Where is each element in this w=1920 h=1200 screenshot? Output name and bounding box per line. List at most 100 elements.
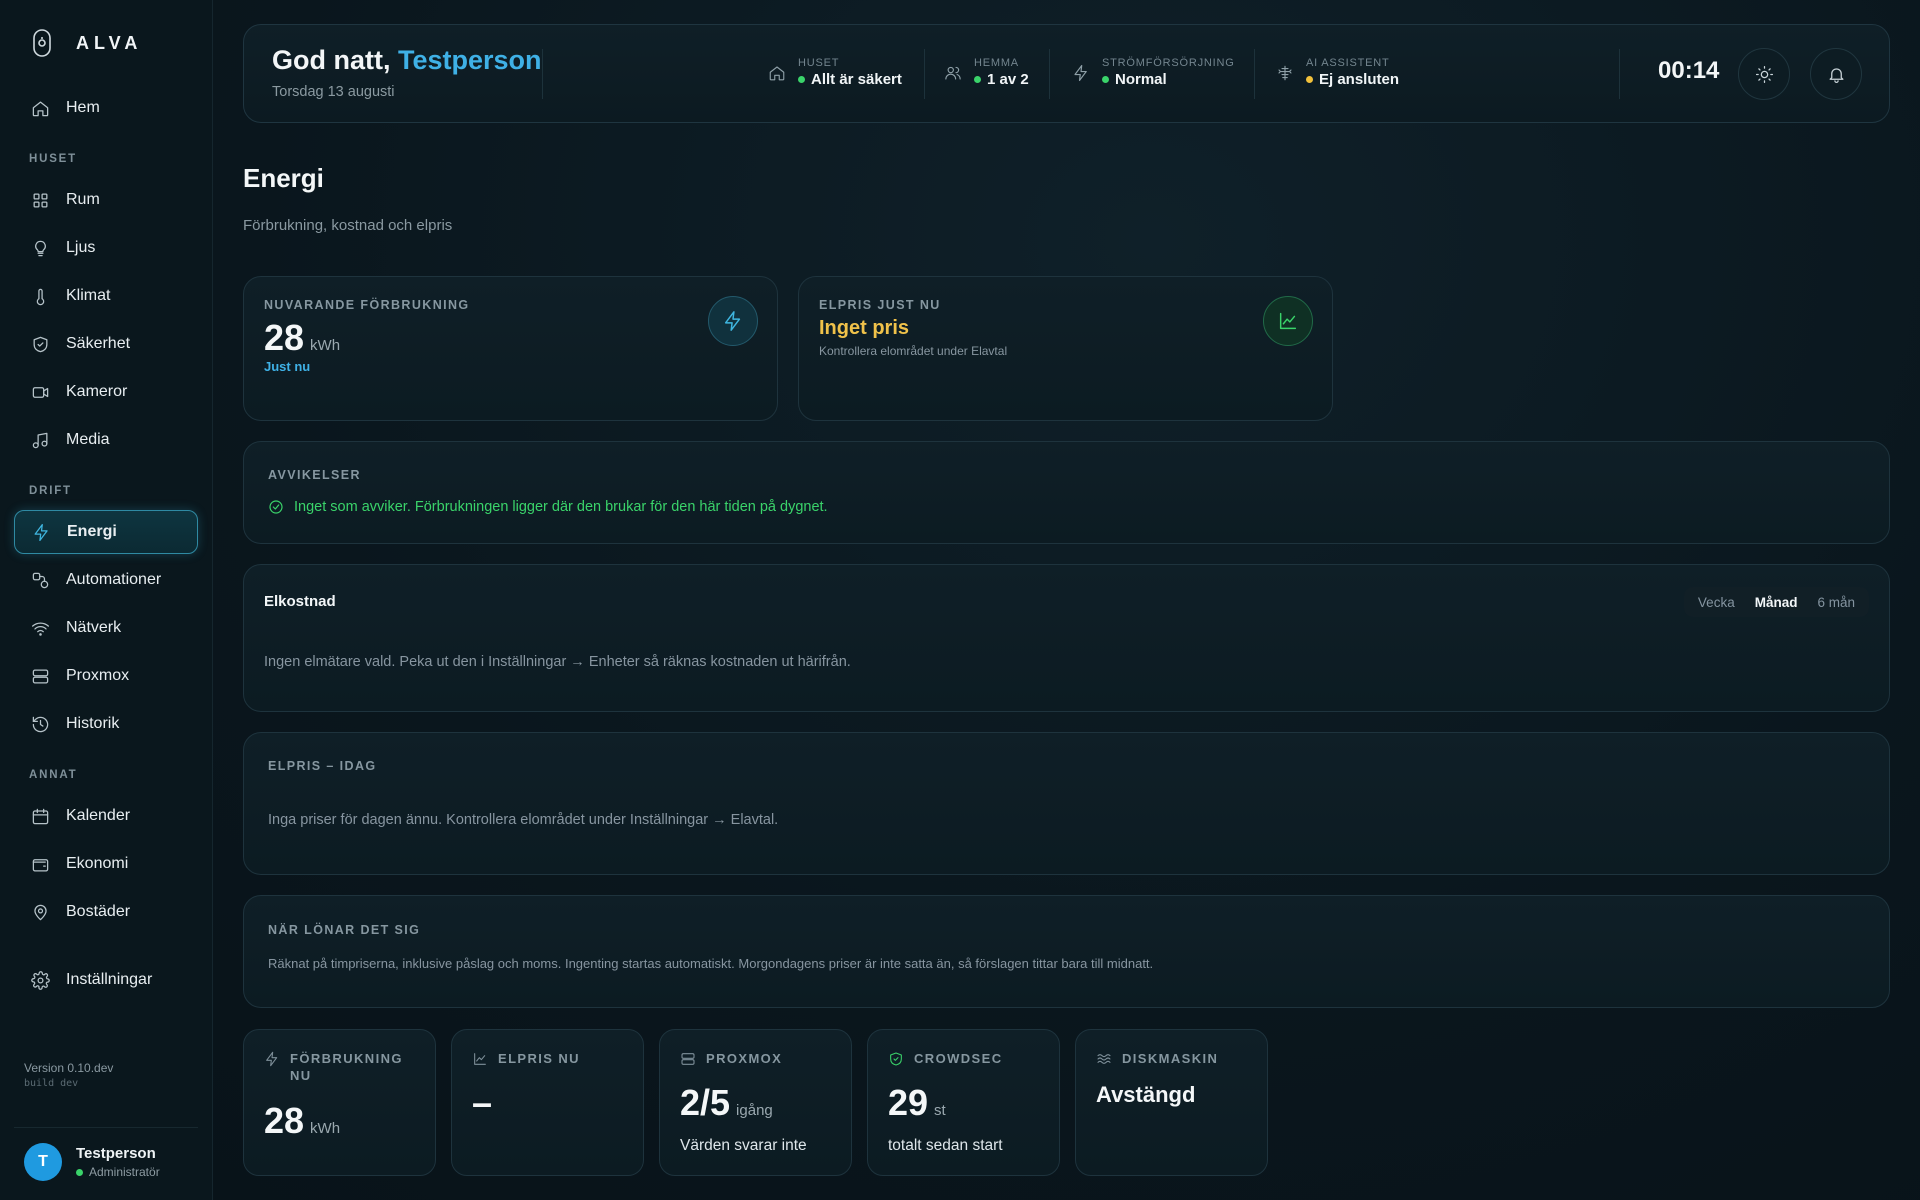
price-value: Inget pris (819, 317, 910, 339)
consumption-card: NUVARANDE FÖRBRUKNING 28 kWh Just nu (243, 276, 778, 421)
tab-month[interactable]: Månad (1745, 595, 1808, 610)
nav-history[interactable]: Historik (14, 702, 198, 746)
tile-price-now[interactable]: ELPRIS NU – (451, 1029, 644, 1176)
line-chart-icon (474, 1053, 486, 1065)
nav-label: Ljus (66, 239, 96, 256)
nav-rooms[interactable]: Rum (14, 178, 198, 222)
status-value-text: Allt är säkert (811, 71, 902, 88)
status-power[interactable]: STRÖMFÖRSÖRJNING Normal (1072, 57, 1235, 88)
nav-energy[interactable]: Energi (14, 510, 198, 554)
tile-value: 29 st (888, 1082, 946, 1124)
notifications-button[interactable] (1810, 48, 1862, 100)
home-icon (769, 65, 785, 80)
card-caption: ELPRIS – IDAG (268, 759, 377, 773)
user-name: Testperson (76, 1145, 156, 1162)
nav-label: Kalender (66, 807, 131, 824)
nav-economy[interactable]: Ekonomi (14, 842, 198, 886)
deviation-status: Inget som avviker. Förbrukningen ligger … (268, 499, 828, 515)
tile-footer: totalt sedan start (888, 1137, 1003, 1154)
status-value-text: Normal (1115, 71, 1167, 88)
home-icon (32, 101, 49, 116)
status-label: HUSET (798, 57, 840, 69)
nav-calendar[interactable]: Kalender (14, 794, 198, 838)
version-label: Version 0.10.dev (24, 1061, 114, 1075)
status-house[interactable]: HUSET Allt är säkert (768, 57, 902, 88)
shield-icon (33, 336, 48, 352)
greeting-name: Testperson (398, 45, 542, 75)
chart-badge (1263, 296, 1313, 346)
ai-icon (1278, 65, 1292, 80)
nav-lights[interactable]: Ljus (14, 226, 198, 270)
nav-label: Media (66, 431, 110, 448)
timestamp-label: Just nu (264, 359, 311, 374)
tile-header: DISKMASKIN (1096, 1050, 1232, 1067)
value-number: 28 (264, 317, 305, 358)
tile-value-unit: igång (736, 1102, 773, 1119)
bolt-icon (34, 523, 48, 541)
divider (1254, 49, 1255, 99)
tile-proxmox[interactable]: PROXMOX 2/5 igång Värden svarar inte (659, 1029, 852, 1176)
tile-dishwasher[interactable]: DISKMASKIN Avstängd (1075, 1029, 1268, 1176)
brand[interactable]: ALVA (30, 28, 142, 58)
nav-media[interactable]: Media (14, 418, 198, 462)
nav-settings[interactable]: Inställningar (14, 958, 198, 1002)
server-icon (32, 669, 49, 683)
tile-value: 28 kWh (264, 1100, 340, 1142)
nav-label: Ekonomi (66, 855, 129, 872)
nav-automations[interactable]: Automationer (14, 558, 198, 602)
theme-toggle-button[interactable] (1738, 48, 1790, 100)
tile-value-unit: kWh (310, 1120, 341, 1137)
divider (542, 49, 543, 99)
nav-label: Klimat (66, 287, 111, 304)
tile-consumption-now[interactable]: FÖRBRUKNING NU 28 kWh (243, 1029, 436, 1176)
greeting-text: God natt, (272, 45, 391, 75)
tile-value: Avstängd (1096, 1082, 1196, 1107)
nav-label: Rum (66, 191, 100, 208)
status-label: STRÖMFÖRSÖRJNING (1102, 57, 1235, 69)
sidebar: ALVA Hem HUSET Rum Ljus Klimat Säkerhet … (0, 0, 213, 1200)
nav-proxmox[interactable]: Proxmox (14, 654, 198, 698)
nav-homes[interactable]: Bostäder (14, 890, 198, 934)
status-value: Ej ansluten (1306, 71, 1399, 88)
nav-cameras[interactable]: Kameror (14, 370, 198, 414)
automation-icon (32, 572, 49, 588)
date-label: Torsdag 13 augusti (272, 84, 395, 100)
nav-label: Hem (66, 99, 100, 116)
status-ai[interactable]: AI ASSISTENT Ej ansluten (1276, 57, 1399, 88)
tile-caption: ELPRIS NU (498, 1051, 580, 1066)
divider (14, 1127, 198, 1128)
waves-icon (1097, 1054, 1111, 1064)
tab-6-months[interactable]: 6 mån (1807, 595, 1865, 610)
user-role-label: Administratör (89, 1165, 160, 1179)
tile-header: CROWDSEC (888, 1050, 1024, 1067)
top-bar: God natt, Testperson Torsdag 13 augusti … (243, 24, 1890, 123)
nav-label: Säkerhet (66, 335, 131, 352)
nav-home[interactable]: Hem (14, 86, 198, 130)
status-value: Normal (1102, 71, 1235, 88)
nav-climate[interactable]: Klimat (14, 274, 198, 318)
tile-header: ELPRIS NU (472, 1050, 608, 1067)
shield-check-icon (890, 1052, 902, 1066)
bell-icon (1829, 67, 1843, 83)
nav-label: Energi (67, 523, 117, 540)
status-value-text: 1 av 2 (987, 71, 1029, 88)
card-title: Elkostnad (264, 593, 336, 610)
user-profile[interactable]: T Testperson Administratör (24, 1143, 160, 1181)
app-name: ALVA (76, 32, 143, 53)
divider (1049, 49, 1050, 99)
avatar: T (24, 1143, 62, 1181)
tile-crowdsec[interactable]: CROWDSEC 29 st totalt sedan start (867, 1029, 1060, 1176)
status-home[interactable]: HEMMA 1 av 2 (944, 57, 1029, 88)
bolt-icon (724, 311, 741, 331)
tab-week[interactable]: Vecka (1688, 595, 1745, 610)
nav-label: Proxmox (66, 667, 130, 684)
cost-message: Ingen elmätare vald. Peka ut den i Instä… (264, 654, 851, 670)
worth-it-card: NÄR LÖNAR DET SIG Räknat på timpriserna,… (243, 895, 1890, 1008)
deviations-card: AVVIKELSER Inget som avviker. Förbruknin… (243, 441, 1890, 544)
nav-network[interactable]: Nätverk (14, 606, 198, 650)
section-label-huset: HUSET (29, 153, 77, 165)
price-note: Kontrollera elområdet under Elavtal (819, 344, 1008, 358)
price-card: ELPRIS JUST NU Inget pris Kontrollera el… (798, 276, 1333, 421)
nav-security[interactable]: Säkerhet (14, 322, 198, 366)
divider (924, 49, 925, 99)
